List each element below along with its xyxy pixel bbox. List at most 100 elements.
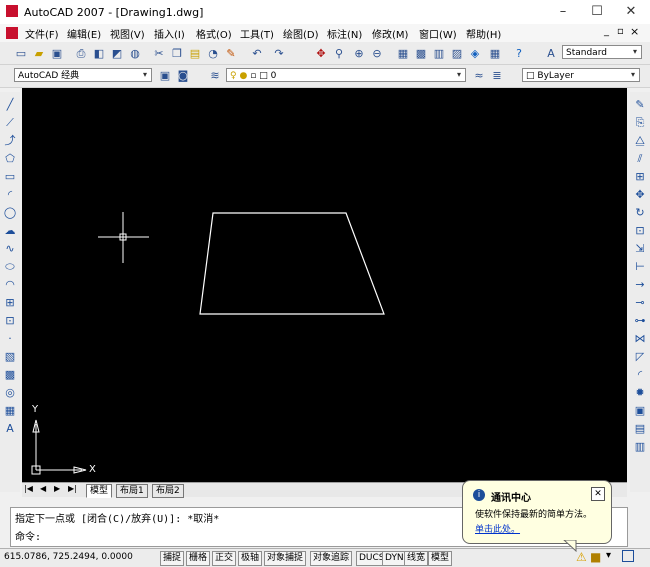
chamfer-icon[interactable]: ◸ xyxy=(632,350,648,364)
layer-previous-icon[interactable]: ≣ xyxy=(488,67,506,85)
coordinate-display[interactable]: 615.0786, 725.2494, 0.0000 xyxy=(4,552,133,562)
markup-icon[interactable]: ◈ xyxy=(466,45,484,63)
multiline-text-icon[interactable]: A xyxy=(2,422,18,436)
rotate-icon[interactable]: ↻ xyxy=(632,206,648,220)
tab-prev-button[interactable]: ◀ xyxy=(40,484,46,493)
zoom-window-icon[interactable]: ⊕ xyxy=(350,45,368,63)
table-icon[interactable]: ▦ xyxy=(2,404,18,418)
ellipse-icon[interactable]: ⬭ xyxy=(2,260,18,274)
polar-toggle[interactable]: 极轴 xyxy=(238,551,263,566)
ellipse-arc-icon[interactable]: ◠ xyxy=(2,278,18,292)
stretch-icon[interactable]: ⇲ xyxy=(632,242,648,256)
insert-block-icon[interactable]: ⊞ xyxy=(2,296,18,310)
explode-icon[interactable]: ✹ xyxy=(632,386,648,400)
copy-icon[interactable]: ❐ xyxy=(168,45,186,63)
break-at-point-icon[interactable]: ⊸ xyxy=(632,296,648,310)
menu-tools[interactable]: 工具(T) xyxy=(240,26,274,41)
draw-order-2-icon[interactable]: ▤ xyxy=(632,422,648,436)
grid-toggle[interactable]: 栅格 xyxy=(186,551,211,566)
menu-draw[interactable]: 绘图(D) xyxy=(283,26,319,41)
line-icon[interactable]: ╱ xyxy=(2,98,18,112)
tab-layout1[interactable]: 布局1 xyxy=(116,484,148,498)
menu-edit[interactable]: 编辑(E) xyxy=(67,26,101,41)
minimize-button[interactable]: – xyxy=(546,2,580,22)
layer-select[interactable]: ♀ ● ▫ □ 0 ▾ xyxy=(226,68,466,82)
balloon-link[interactable]: 单击此处。 xyxy=(475,522,520,535)
fillet-icon[interactable]: ◜ xyxy=(632,368,648,382)
trapezoid-shape[interactable] xyxy=(199,212,385,315)
polygon-icon[interactable]: ⬠ xyxy=(2,152,18,166)
tab-layout2[interactable]: 布局2 xyxy=(152,484,184,498)
circle-icon[interactable]: ◯ xyxy=(2,206,18,220)
ortho-toggle[interactable]: 正交 xyxy=(212,551,237,566)
plot-preview-icon[interactable]: ◧ xyxy=(90,45,108,63)
workspace-select[interactable]: AutoCAD 经典 ▾ xyxy=(14,68,152,82)
match-properties-icon[interactable]: ◔ xyxy=(204,45,222,63)
text-style-icon[interactable]: A xyxy=(542,45,560,63)
chevron-down-icon[interactable]: ▾ xyxy=(606,550,611,561)
arc-icon[interactable]: ◜ xyxy=(2,188,18,202)
properties-icon[interactable]: ▦ xyxy=(394,45,412,63)
close-button[interactable]: ✕ xyxy=(614,2,648,22)
extend-icon[interactable]: → xyxy=(632,278,648,292)
document-icon[interactable] xyxy=(6,27,18,39)
balloon-close-button[interactable]: ✕ xyxy=(591,487,605,501)
menu-modify[interactable]: 修改(M) xyxy=(372,26,408,41)
trim-icon[interactable]: ⊢ xyxy=(632,260,648,274)
color-control-select[interactable]: □ ByLayer ▾ xyxy=(522,68,640,82)
menu-view[interactable]: 视图(V) xyxy=(110,26,145,41)
tool-palettes-icon[interactable]: ▥ xyxy=(430,45,448,63)
paste-icon[interactable]: ▤ xyxy=(186,45,204,63)
help-icon[interactable]: ? xyxy=(510,45,528,63)
draw-order-icon[interactable]: ▣ xyxy=(632,404,648,418)
open-folder-icon[interactable]: ▰ xyxy=(30,45,48,63)
tab-model[interactable]: 模型 xyxy=(86,484,113,498)
make-block-icon[interactable]: ⊡ xyxy=(2,314,18,328)
hatch-icon[interactable]: ▧ xyxy=(2,350,18,364)
copy-icon[interactable]: ⎘ xyxy=(632,116,648,130)
new-file-icon[interactable]: ▭ xyxy=(12,45,30,63)
design-center-icon[interactable]: ▩ xyxy=(412,45,430,63)
point-icon[interactable]: · xyxy=(2,332,18,346)
tab-next-button[interactable]: ▶ xyxy=(54,484,60,493)
model-toggle[interactable]: 模型 xyxy=(428,551,453,566)
publish-icon[interactable]: ◩ xyxy=(108,45,126,63)
block-editor-icon[interactable]: ✎ xyxy=(222,45,240,63)
menu-insert[interactable]: 插入(I) xyxy=(154,26,185,41)
gradient-icon[interactable]: ▩ xyxy=(2,368,18,382)
doc-restore-button[interactable]: ▫ xyxy=(617,26,624,37)
lock-icon[interactable]: ■ xyxy=(590,550,601,564)
lineweight-toggle[interactable]: 线宽 xyxy=(404,551,429,566)
drawing-canvas[interactable]: Y X xyxy=(22,88,627,482)
clean-screen-icon[interactable] xyxy=(622,550,634,562)
region-icon[interactable]: ◎ xyxy=(2,386,18,400)
array-icon[interactable]: ⊞ xyxy=(632,170,648,184)
revcloud-icon[interactable]: ☁ xyxy=(2,224,18,238)
text-style-select[interactable]: Standard ▾ xyxy=(562,45,642,59)
menu-dimension[interactable]: 标注(N) xyxy=(327,26,362,41)
plot-icon[interactable]: ⎙ xyxy=(72,45,90,63)
scale-icon[interactable]: ⊡ xyxy=(632,224,648,238)
3d-dwf-icon[interactable]: ◍ xyxy=(126,45,144,63)
save-icon[interactable]: ▣ xyxy=(48,45,66,63)
menu-format[interactable]: 格式(O) xyxy=(196,26,232,41)
warning-icon[interactable]: ⚠ xyxy=(576,550,587,564)
polyline-icon[interactable]: ⤴ xyxy=(2,134,18,148)
pan-icon[interactable]: ✥ xyxy=(312,45,330,63)
menu-file[interactable]: 文件(F) xyxy=(25,26,59,41)
mirror-icon[interactable]: ⧋ xyxy=(632,134,648,148)
command-prompt[interactable]: 命令: xyxy=(15,528,41,543)
layer-manager-icon[interactable]: ≋ xyxy=(206,67,224,85)
tab-last-button[interactable]: ▶| xyxy=(68,484,77,493)
sheet-set-icon[interactable]: ▨ xyxy=(448,45,466,63)
spline-icon[interactable]: ∿ xyxy=(2,242,18,256)
erase-icon[interactable]: ✎ xyxy=(632,98,648,112)
zoom-previous-icon[interactable]: ⊖ xyxy=(368,45,386,63)
tab-first-button[interactable]: |◀ xyxy=(24,484,33,493)
menu-help[interactable]: 帮助(H) xyxy=(466,26,501,41)
zoom-realtime-icon[interactable]: ⚲ xyxy=(330,45,348,63)
menu-window[interactable]: 窗口(W) xyxy=(419,26,457,41)
draw-order-3-icon[interactable]: ▥ xyxy=(632,440,648,454)
dyn-toggle[interactable]: DYN xyxy=(382,551,407,566)
workspace-save-icon[interactable]: ◙ xyxy=(174,67,192,85)
